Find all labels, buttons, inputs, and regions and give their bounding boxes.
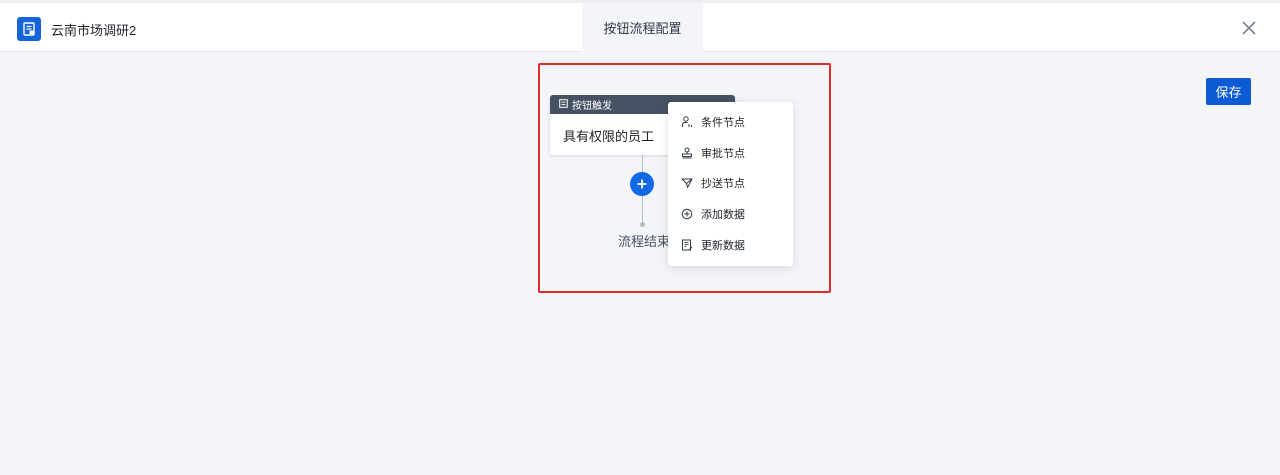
condition-node-icon <box>682 116 692 128</box>
add-node-menu: 条件节点 审批节点 抄送节点 添加数据 更新数据 <box>668 102 793 266</box>
end-node-dot <box>640 222 645 227</box>
tab-label: 按钮流程配置 <box>603 21 682 36</box>
menu-item-approval-node[interactable]: 审批节点 <box>668 138 793 169</box>
menu-item-label: 条件节点 <box>701 117 745 130</box>
form-icon <box>559 98 568 111</box>
menu-item-update-data[interactable]: 更新数据 <box>668 229 793 260</box>
trigger-node-title: 按钮触发 <box>572 101 612 112</box>
connector-line <box>642 155 643 173</box>
menu-item-label: 审批节点 <box>701 147 745 160</box>
menu-item-label: 抄送节点 <box>701 178 745 191</box>
flow-end-label: 流程结束 <box>618 234 671 249</box>
header-bar: 云南市场调研2 按钮流程配置 <box>0 3 1280 52</box>
add-node-button[interactable] <box>630 172 654 196</box>
plus-icon <box>637 179 647 189</box>
connector-line <box>642 196 643 224</box>
plus-circle-icon <box>681 208 693 220</box>
menu-item-label: 添加数据 <box>701 209 745 222</box>
menu-item-condition-node[interactable]: 条件节点 <box>668 107 793 138</box>
menu-item-add-data[interactable]: 添加数据 <box>668 199 793 230</box>
menu-item-cc-node[interactable]: 抄送节点 <box>668 168 793 199</box>
document-edit-icon <box>682 239 693 251</box>
menu-item-label: 更新数据 <box>701 239 745 252</box>
tab-button-flow-config[interactable]: 按钮流程配置 <box>582 3 703 52</box>
close-icon[interactable] <box>1240 19 1258 37</box>
save-button[interactable]: 保存 <box>1206 78 1251 105</box>
app-title: 云南市场调研2 <box>51 23 137 38</box>
form-app-icon <box>17 17 41 41</box>
send-icon <box>681 178 693 189</box>
stamp-icon <box>682 147 692 159</box>
